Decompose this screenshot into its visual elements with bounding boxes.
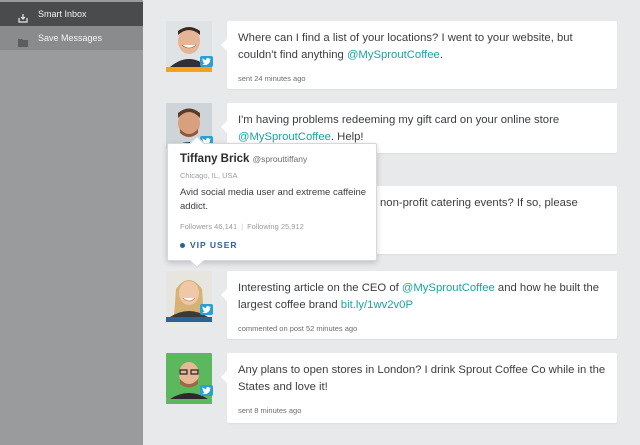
- mention-link[interactable]: @MySproutCoffee: [402, 282, 495, 294]
- folder-icon: [18, 34, 28, 47]
- message-card[interactable]: Where can I find a list of your location…: [221, 21, 617, 89]
- avatar-status-bar: [166, 317, 212, 322]
- message-card[interactable]: Interesting article on the CEO of @MySpr…: [221, 271, 617, 339]
- followers-count: Followers 46,141: [180, 222, 238, 231]
- profile-stats: Followers 46,141 | Following 25,912: [180, 222, 304, 231]
- vip-badge: VIP USER: [180, 240, 238, 250]
- following-count: Following 25,912: [247, 222, 304, 231]
- avatar-status-bar: [166, 399, 212, 404]
- twitter-icon: [200, 304, 213, 315]
- message-meta: sent 8 minutes ago: [238, 406, 302, 415]
- sidebar: Smart Inbox Save Messages: [0, 0, 143, 445]
- twitter-icon: [200, 56, 213, 67]
- message-card[interactable]: Any plans to open stores in London? I dr…: [221, 353, 617, 423]
- mention-link[interactable]: @MySproutCoffee: [347, 49, 440, 61]
- message-text: Interesting article on the CEO of @MySpr…: [238, 282, 600, 311]
- twitter-icon: [200, 385, 213, 396]
- message-text: I'm having problems redeeming my gift ca…: [238, 114, 560, 143]
- vip-dot-icon: [180, 242, 185, 248]
- sidebar-item-label: Save Messages: [38, 33, 103, 43]
- avatar-status-bar: [166, 67, 212, 72]
- inbox-icon: [18, 10, 28, 23]
- profile-popover: Tiffany Brick @sprouttiffany Chicago, IL,…: [167, 135, 377, 269]
- profile-name[interactable]: Tiffany Brick @sprouttiffany: [180, 153, 307, 165]
- message-text: Any plans to open stores in London? I dr…: [238, 364, 606, 393]
- message-text: non-profit catering events? If so, pleas…: [380, 197, 578, 209]
- sidebar-item-label: Smart Inbox: [38, 9, 87, 19]
- short-link[interactable]: bit.ly/1wv2v0P: [341, 299, 413, 311]
- message-meta: sent 24 minutes ago: [238, 74, 306, 83]
- profile-location: Chicago, IL, USA: [180, 171, 238, 180]
- profile-bio: Avid social media user and extreme caffe…: [180, 187, 367, 212]
- message-text: Where can I find a list of your location…: [238, 32, 573, 61]
- sidebar-item-save-messages[interactable]: Save Messages: [0, 26, 143, 50]
- stats-separator: |: [241, 222, 244, 231]
- mention-link[interactable]: @MySproutCoffee: [238, 131, 331, 143]
- profile-handle[interactable]: @sprouttiffany: [252, 154, 307, 164]
- message-meta: commented on post 52 minutes ago: [238, 324, 358, 333]
- sidebar-item-smart-inbox[interactable]: Smart Inbox: [0, 2, 143, 26]
